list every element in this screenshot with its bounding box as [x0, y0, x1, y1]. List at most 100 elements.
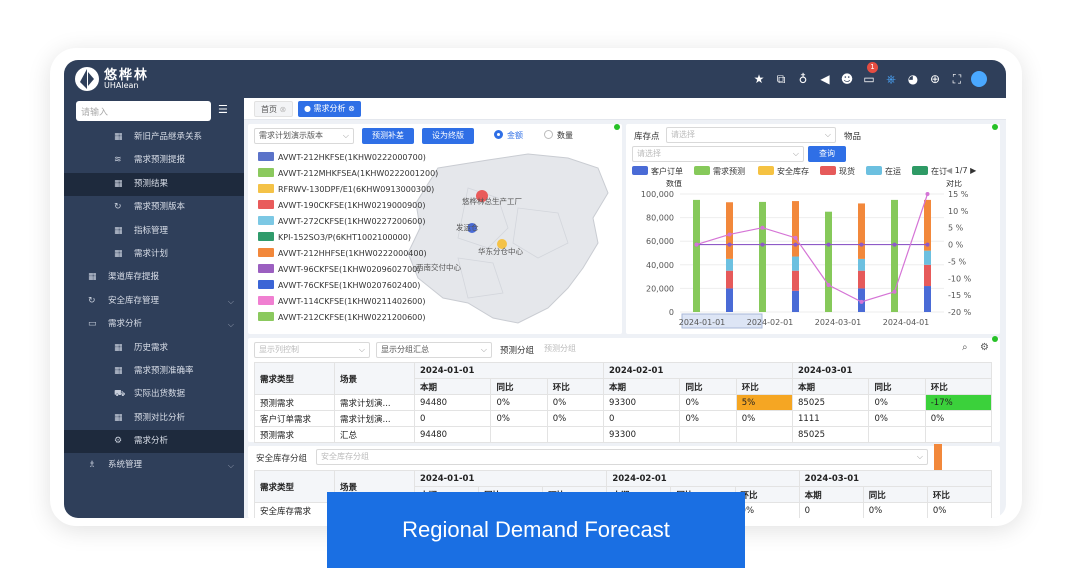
- item-select[interactable]: 请选择 ⌵: [632, 146, 804, 162]
- sidebar-item[interactable]: ▦ 历史需求: [64, 337, 244, 360]
- tab-home[interactable]: 首页 ⊗: [254, 101, 294, 117]
- sidebar-item[interactable]: ▦ 需求预测准确率: [64, 360, 244, 383]
- legend-label: 在运: [885, 167, 901, 176]
- sidebar-item[interactable]: ▦ 新旧产品继承关系: [64, 126, 244, 149]
- sidebar-item[interactable]: ▦ 指标管理: [64, 220, 244, 243]
- legend-swatch: [758, 166, 774, 175]
- period-header: 2024-01-01: [414, 362, 604, 379]
- fullscreen-icon[interactable]: ⛶: [946, 69, 968, 89]
- sidebar-item[interactable]: ▭ 需求分析 ⌵: [64, 313, 244, 336]
- table-row[interactable]: 客户订单需求 需求计划演... 0 0% 0% 0 0% 0% 1111 0% 0%: [254, 410, 993, 427]
- map-legend-item[interactable]: AVWT-76CKFSE(1KHW0207602400): [258, 280, 420, 292]
- radio-quantity[interactable]: 数量: [544, 130, 573, 142]
- map-legend-item[interactable]: AVWT-212HKFSE(1KHW0222000700): [258, 152, 426, 164]
- type-cell: 客户订单需求: [254, 410, 335, 427]
- chart-bar: [924, 250, 931, 265]
- layers-icon: ≋: [114, 155, 122, 166]
- legend-label: 安全库存: [777, 167, 809, 176]
- robot-icon[interactable]: ⎈: [880, 69, 902, 89]
- table-row[interactable]: 预测需求 需求计划演... 94480 0% 0% 93300 0% 5% 85025 0% -17…: [254, 394, 993, 411]
- menu-collapse-icon[interactable]: ☰: [218, 103, 228, 116]
- display-summary-select[interactable]: 显示分组汇总 ⌵: [376, 342, 492, 358]
- grid-icon: ▦: [114, 132, 123, 142]
- chart-legend-item[interactable]: 需求预测: [694, 166, 745, 177]
- legend-pager[interactable]: ◀ 1/7 ▶: [946, 166, 976, 175]
- avatar[interactable]: [968, 69, 990, 89]
- chart-legend-item[interactable]: 现货: [820, 166, 855, 177]
- sidebar-item[interactable]: ↻ 安全库存管理 ⌵: [64, 290, 244, 313]
- star-icon[interactable]: ★: [748, 69, 770, 89]
- y-axis-title: 数值: [666, 180, 682, 188]
- loc-select[interactable]: 请选择 ⌵: [666, 127, 836, 143]
- sidebar-item-label: 指标管理: [134, 225, 169, 236]
- sidebar-item[interactable]: ▦ 预测结果: [64, 172, 244, 196]
- map-legend-item[interactable]: RFRWV-130DPF/E1(6KHW0913000300): [258, 184, 434, 196]
- map-legend-item[interactable]: AVWT-212MHKFSEA(1KHW0222001200): [258, 168, 438, 180]
- query-button[interactable]: 查询: [808, 146, 846, 162]
- sidebar-item-label: 实际出货数据: [134, 389, 186, 400]
- display-columns-select[interactable]: 显示列控制 ⌵: [254, 342, 370, 358]
- chart-legend-item[interactable]: 客户订单: [632, 166, 683, 177]
- gear-icon[interactable]: ⚙: [980, 342, 989, 353]
- tab-demand-analysis-label: 需求分析: [313, 104, 346, 113]
- forecast-correct-button[interactable]: 预测补差: [362, 128, 414, 144]
- chart-legend-item[interactable]: 在运: [866, 166, 901, 177]
- legend-label: KPI-152SO3/P(6KHT1002100000): [278, 233, 411, 242]
- sidebar-item[interactable]: ⛟ 实际出货数据: [64, 383, 244, 406]
- value-cell: 0: [602, 410, 681, 427]
- map-legend-item[interactable]: AVWT-212CKFSE(1KHW0221200600): [258, 312, 425, 324]
- chart-bar: [759, 201, 766, 312]
- globe-icon[interactable]: ⊕: [924, 69, 946, 89]
- sidebar-item[interactable]: ♗ 系统管理 ⌵: [64, 454, 244, 477]
- user-settings-icon[interactable]: ♁: [792, 69, 814, 89]
- sub-col-header: 本期: [798, 486, 864, 503]
- sidebar-item-label: 需求预测版本: [134, 202, 186, 213]
- map-legend-item[interactable]: AVWT-212HHFSE(1KHW0222000400): [258, 248, 427, 260]
- close-icon[interactable]: ⊗: [348, 104, 355, 113]
- pie-icon[interactable]: ◕: [902, 69, 924, 89]
- value-cell: 0%: [868, 394, 926, 411]
- map-legend-item[interactable]: AVWT-272CKFSE(1KHW0227200600): [258, 216, 425, 228]
- table-row[interactable]: 预测需求 汇总 94480 93300 85025: [254, 426, 993, 443]
- next-icon[interactable]: ▶: [970, 166, 976, 175]
- volume-icon[interactable]: ◀: [814, 69, 836, 89]
- sidebar-item[interactable]: ↻ 需求预测版本: [64, 196, 244, 219]
- radio-amount[interactable]: 金额: [494, 130, 523, 142]
- sub-col-header: 同比: [490, 378, 548, 395]
- sidebar-item[interactable]: ▦ 预测对比分析: [64, 407, 244, 430]
- series-point: [694, 242, 699, 247]
- value-cell: [868, 426, 926, 443]
- main-area: 首页 ⊗ ● 需求分析 ⊗ 需求计划演示版本 ⌵ 预测补差 设为终版 金额 数量 …: [244, 98, 1006, 518]
- sidebar-search-input[interactable]: 请输入: [76, 101, 211, 121]
- search-icon[interactable]: ⌕: [962, 342, 968, 353]
- face-icon[interactable]: ☻: [836, 69, 858, 89]
- close-icon[interactable]: ⊗: [280, 105, 287, 114]
- version-select[interactable]: 需求计划演示版本 ⌵: [254, 128, 354, 144]
- sidebar-item-label: 需求分析: [108, 319, 143, 330]
- sidebar-item-label: 需求预测准确率: [134, 366, 194, 376]
- set-final-button[interactable]: 设为终版: [422, 128, 474, 144]
- sidebar-item[interactable]: ▦ 渠道库存提报: [64, 266, 244, 289]
- map-legend-item[interactable]: AVWT-190CKFSE(1KHW0219000900): [258, 200, 425, 212]
- map-location-label: 发运仓: [456, 223, 479, 232]
- sidebar-item[interactable]: ≋ 需求预测提报: [64, 149, 244, 172]
- chart-bar: [792, 270, 799, 291]
- map-legend-item[interactable]: KPI-152SO3/P(6KHT1002100000): [258, 232, 411, 244]
- map-legend-item[interactable]: AVWT-96CKFSE(1KHW0209602700): [258, 264, 420, 276]
- users-icon: ♗: [88, 459, 97, 470]
- logo-icon: [75, 67, 99, 91]
- copy-icon[interactable]: ⧉: [770, 69, 792, 89]
- message-icon[interactable]: ▭ 1: [858, 62, 880, 89]
- safety-group-select[interactable]: 安全库存分组 ⌵: [316, 449, 928, 465]
- sidebar-item[interactable]: ⚙ 需求分析: [64, 430, 244, 454]
- sub-col-header: 同比: [868, 378, 926, 395]
- tab-demand-analysis[interactable]: ● 需求分析 ⊗: [298, 101, 361, 117]
- sidebar-item[interactable]: ▦ 需求计划: [64, 243, 244, 266]
- sub-col-header: 本期: [791, 378, 870, 395]
- group-input[interactable]: 预测分组: [540, 342, 940, 358]
- chevron-down-icon: ⌵: [824, 130, 831, 139]
- prev-icon[interactable]: ◀: [946, 166, 952, 175]
- map-legend-item[interactable]: AVWT-114CKFSE(1KHW0211402600): [258, 296, 425, 308]
- chart-legend-item[interactable]: 安全库存: [758, 166, 809, 177]
- chart-legend-item[interactable]: 在订: [912, 166, 947, 177]
